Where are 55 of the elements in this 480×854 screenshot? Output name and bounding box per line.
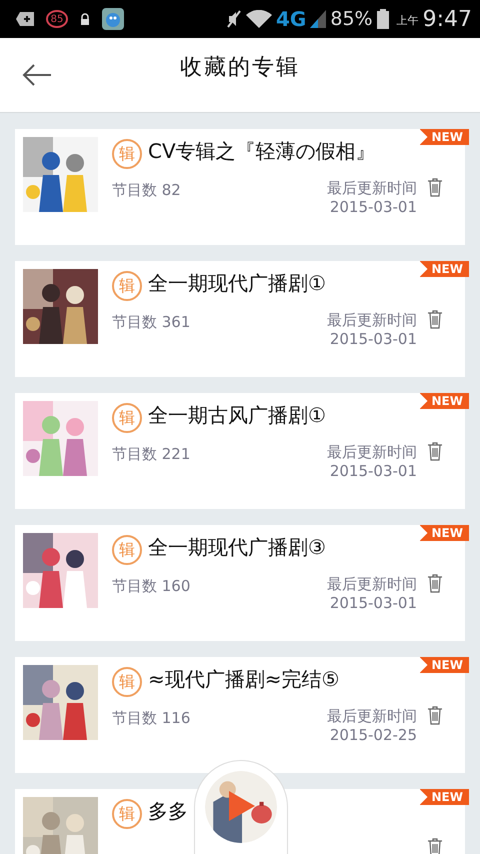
update-label: 最后更新时间: [327, 311, 417, 330]
time-period: 上午: [396, 12, 419, 28]
trash-icon[interactable]: [427, 705, 443, 725]
update-date: 2015-03-01: [330, 198, 417, 216]
album-badge: 辑: [112, 667, 142, 697]
episode-count: 节目数 82: [112, 181, 181, 200]
battery-icon: [376, 9, 389, 29]
episode-count: 节目数 361: [112, 313, 190, 332]
floating-player-overlay[interactable]: [194, 760, 288, 854]
update-label: 最后更新时间: [327, 707, 417, 726]
album-badge: 辑: [112, 535, 142, 565]
album-title: 全一期古风广播剧①: [148, 402, 326, 429]
mute-icon: [226, 10, 242, 28]
battery-percent: 85%: [330, 8, 373, 30]
bird-icon: [102, 8, 124, 30]
episode-count: 节目数 116: [112, 709, 190, 728]
new-tag: NEW: [420, 657, 469, 673]
update-date: 2015-03-01: [330, 462, 417, 480]
new-tag: NEW: [420, 261, 469, 277]
new-tag: NEW: [420, 789, 469, 805]
back-arrow-icon[interactable]: [22, 63, 52, 87]
update-label: 最后更新时间: [327, 179, 417, 198]
new-tag: NEW: [420, 525, 469, 541]
trash-icon[interactable]: [427, 309, 443, 329]
episode-count: 节目数 221: [112, 445, 190, 464]
trash-icon[interactable]: [427, 837, 443, 854]
heart-badge: 85: [46, 10, 68, 28]
trash-icon[interactable]: [427, 441, 443, 461]
album-badge: 辑: [112, 799, 142, 829]
plus-icon: [16, 12, 34, 26]
trash-icon[interactable]: [427, 573, 443, 593]
album-title: ≈现代广播剧≈完结⑤: [148, 666, 340, 693]
update-label: 最后更新时间: [327, 443, 417, 462]
album-title: 多多: [148, 798, 188, 825]
update-date: 2015-02-25: [330, 726, 417, 744]
album-title: 全一期现代广播剧③: [148, 534, 326, 561]
update-label: 最后更新时间: [327, 575, 417, 594]
episode-count: 节目数 160: [112, 577, 190, 596]
update-date: 2015-03-01: [330, 330, 417, 348]
album-title: 全一期现代广播剧①: [148, 270, 326, 297]
album-badge: 辑: [112, 139, 142, 169]
signal-icon: [310, 10, 326, 28]
album-badge: 辑: [112, 271, 142, 301]
lock-icon: [80, 13, 90, 25]
update-date: 2015-03-01: [330, 594, 417, 612]
trash-icon[interactable]: [427, 177, 443, 197]
new-tag: NEW: [420, 393, 469, 409]
page-title: 收藏的专辑: [180, 54, 300, 82]
album-title: CV专辑之『轻薄の假相』: [148, 138, 376, 165]
wifi-icon: [246, 10, 272, 28]
clock: 9:47: [422, 6, 472, 32]
network-label: 4G: [276, 7, 306, 31]
album-badge: 辑: [112, 403, 142, 433]
play-icon: [229, 791, 255, 821]
new-tag: NEW: [420, 129, 469, 145]
